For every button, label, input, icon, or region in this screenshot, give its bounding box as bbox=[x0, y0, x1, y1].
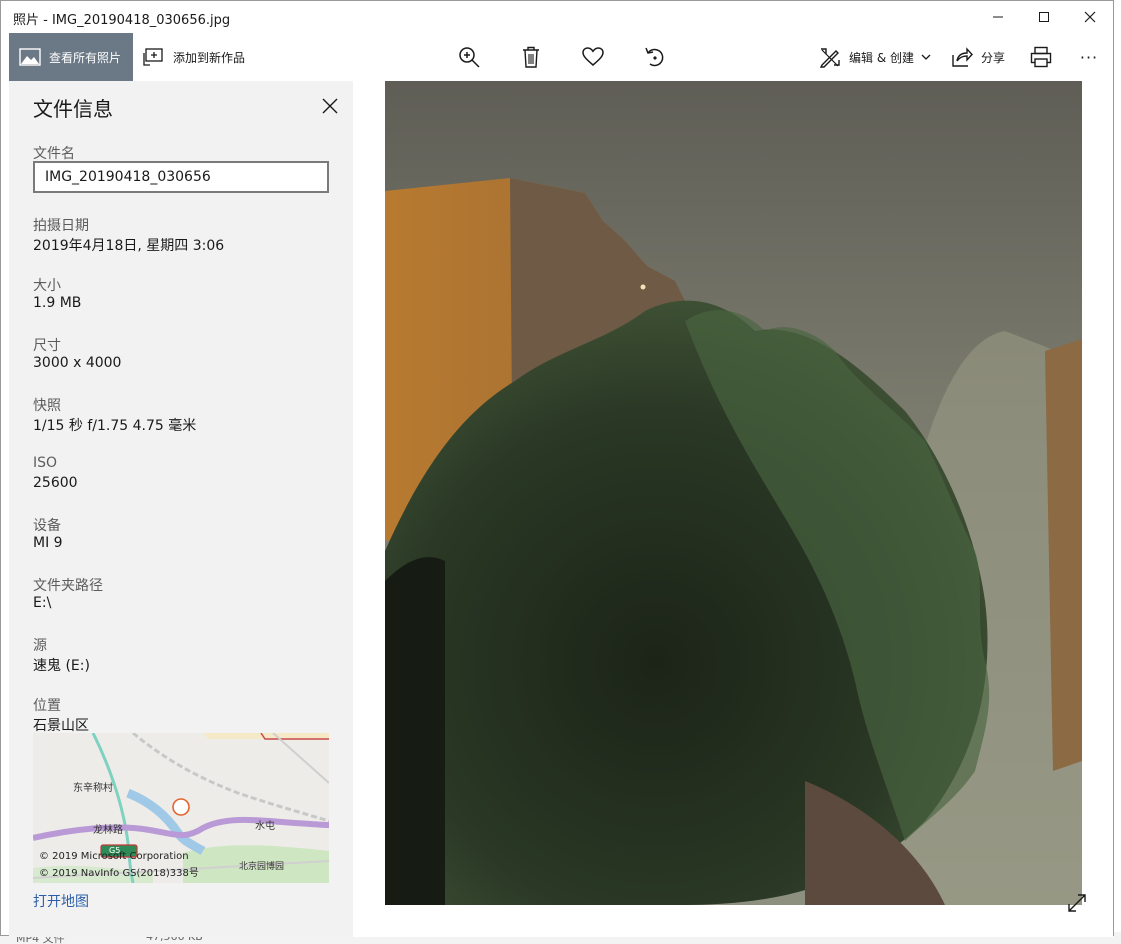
iso-label: ISO bbox=[33, 455, 58, 471]
view-all-photos-label: 查看所有照片 bbox=[49, 50, 122, 65]
window-title: 照片 - IMG_20190418_030656.jpg bbox=[13, 13, 231, 28]
panel-title: 文件信息 bbox=[33, 97, 113, 121]
source-value: 速鬼 (E:) bbox=[33, 658, 90, 674]
zoom-in-icon bbox=[459, 47, 480, 68]
date-label: 拍摄日期 bbox=[33, 218, 89, 234]
night-building-tree-photo bbox=[385, 81, 1082, 905]
location-label: 位置 bbox=[33, 698, 61, 714]
minimize-icon bbox=[993, 16, 1003, 18]
close-window-button[interactable] bbox=[1067, 1, 1113, 33]
map-place-label: 龙林路 bbox=[93, 825, 123, 836]
photo-image[interactable] bbox=[385, 81, 1082, 905]
iso-value: 25600 bbox=[33, 475, 78, 491]
heart-icon bbox=[582, 47, 604, 66]
add-to-new-creation-button[interactable]: 添加到新作品 bbox=[143, 33, 245, 81]
photos-window: 照片 - IMG_20190418_030656.jpg 查看所有照片 添加到新… bbox=[0, 0, 1114, 937]
maximize-icon bbox=[1039, 12, 1049, 22]
share-label: 分享 bbox=[981, 50, 1006, 65]
rotate-icon bbox=[645, 47, 664, 67]
location-map[interactable]: 东辛称村 龙林路 水屯 北京园博园 G5 © 2019 Microsoft Co… bbox=[33, 733, 329, 883]
toolbar: 查看所有照片 添加到新作品 编辑 & 创建 分享 ··· bbox=[1, 33, 1113, 81]
close-panel-button[interactable] bbox=[319, 95, 341, 117]
size-label: 大小 bbox=[33, 278, 61, 294]
shot-value: 1/15 秒 f/1.75 4.75 毫米 bbox=[33, 418, 197, 434]
date-value: 2019年4月18日, 星期四 3:06 bbox=[33, 238, 225, 254]
shot-label: 快照 bbox=[33, 398, 61, 414]
filename-label: 文件名 bbox=[33, 146, 75, 162]
dimensions-value: 3000 x 4000 bbox=[33, 355, 122, 371]
share-button[interactable]: 分享 bbox=[951, 33, 1005, 81]
printer-icon bbox=[1030, 46, 1052, 68]
title-bar: 照片 - IMG_20190418_030656.jpg bbox=[1, 1, 1113, 33]
photo-gallery-icon bbox=[19, 48, 41, 66]
source-label: 源 bbox=[33, 638, 47, 654]
device-value: MI 9 bbox=[33, 535, 63, 551]
print-button[interactable] bbox=[1021, 33, 1061, 81]
share-icon bbox=[952, 47, 973, 67]
add-creation-icon bbox=[143, 48, 163, 66]
file-info-panel: 文件信息 文件名 拍摄日期 2019年4月18日, 星期四 3:06 大小 1.… bbox=[9, 81, 353, 937]
folder-path-label: 文件夹路径 bbox=[33, 578, 103, 594]
minimize-button[interactable] bbox=[975, 1, 1021, 33]
map-place-label: 北京园博园 bbox=[239, 862, 285, 872]
photo-viewer bbox=[353, 81, 1113, 937]
folder-path-value: E:\ bbox=[33, 595, 52, 611]
expand-icon bbox=[1068, 894, 1086, 912]
edit-create-icon bbox=[819, 48, 840, 68]
view-all-photos-button[interactable]: 查看所有照片 bbox=[9, 33, 133, 81]
edit-create-label: 编辑 & 创建 bbox=[849, 50, 914, 65]
location-value: 石景山区 bbox=[33, 718, 89, 734]
map-place-label: 水屯 bbox=[255, 821, 275, 832]
dimensions-label: 尺寸 bbox=[33, 338, 61, 354]
device-label: 设备 bbox=[33, 518, 61, 534]
filename-input[interactable] bbox=[33, 161, 329, 193]
favorite-button[interactable] bbox=[573, 33, 613, 81]
map-copyright: © 2019 NavInfo GS(2018)338号 bbox=[39, 868, 199, 879]
map-place-label: 东辛称村 bbox=[73, 783, 113, 794]
chevron-down-icon bbox=[921, 54, 931, 60]
close-icon bbox=[322, 98, 338, 114]
rotate-button[interactable] bbox=[635, 33, 675, 81]
map-copyright: © 2019 Microsoft Corporation bbox=[39, 851, 189, 862]
more-options-button[interactable]: ··· bbox=[1069, 33, 1109, 81]
add-to-new-creation-label: 添加到新作品 bbox=[173, 50, 246, 65]
maximize-button[interactable] bbox=[1021, 1, 1067, 33]
open-map-link[interactable]: 打开地图 bbox=[33, 891, 89, 911]
close-icon bbox=[1084, 11, 1096, 23]
delete-button[interactable] bbox=[511, 33, 551, 81]
zoom-button[interactable] bbox=[449, 33, 489, 81]
trash-icon bbox=[523, 46, 539, 68]
edit-create-button[interactable]: 编辑 & 创建 bbox=[819, 33, 932, 81]
fullscreen-button[interactable] bbox=[1065, 891, 1089, 915]
size-value: 1.9 MB bbox=[33, 295, 82, 311]
